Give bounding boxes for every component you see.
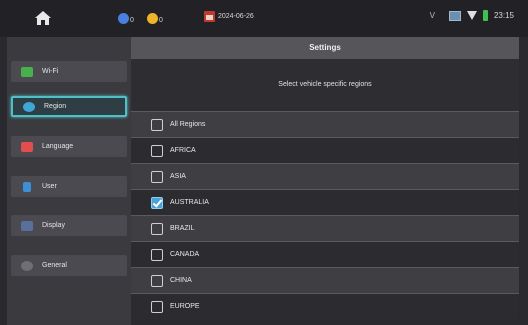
- sidebar-item-label: General: [42, 262, 67, 269]
- region-row-brazil[interactable]: BRAZIL: [131, 215, 519, 241]
- checkbox[interactable]: [151, 274, 163, 287]
- checkbox[interactable]: [151, 248, 163, 261]
- region-row-canada[interactable]: CANADA: [131, 241, 519, 267]
- notification-badge-blue[interactable]: 0: [118, 13, 134, 24]
- checkbox[interactable]: [151, 170, 163, 183]
- region-row-china[interactable]: CHINA: [131, 267, 519, 293]
- clock: 23:15: [493, 11, 514, 20]
- screenshot-icon[interactable]: [448, 10, 461, 21]
- checkbox[interactable]: [151, 118, 163, 131]
- badge-count: 0: [130, 17, 134, 24]
- sidebar-item-wifi[interactable]: Wi-Fi: [11, 61, 127, 82]
- sidebar-item-label: User: [42, 183, 57, 190]
- wifi-icon: [21, 66, 33, 77]
- region-row-all[interactable]: All Regions: [131, 111, 519, 137]
- region-label: CANADA: [170, 251, 200, 258]
- calendar-icon: [204, 11, 215, 22]
- date-text: 2024-06-26: [218, 13, 254, 20]
- system-tray: V 23:15: [430, 10, 514, 21]
- region-list: All Regions AFRICA ASIA AUSTRALIA BRAZIL…: [131, 111, 519, 319]
- region-label: AUSTRALIA: [170, 199, 209, 206]
- sidebar-item-label: Language: [42, 143, 74, 150]
- page-title: Settings: [131, 37, 519, 59]
- yellow-dot-icon: [147, 13, 158, 24]
- home-icon[interactable]: [34, 9, 52, 27]
- sidebar-item-user[interactable]: User: [11, 176, 127, 197]
- sidebar-item-label: Region: [44, 103, 67, 110]
- region-label: All Regions: [170, 121, 206, 128]
- user-icon: [23, 181, 31, 192]
- region-row-africa[interactable]: AFRICA: [131, 137, 519, 163]
- wifi-signal-icon: [466, 11, 477, 20]
- language-icon: [21, 141, 33, 152]
- region-icon: [23, 101, 35, 112]
- sidebar-item-general[interactable]: General: [11, 255, 127, 276]
- settings-sidebar: Wi-Fi Region Language User Display Gener…: [7, 37, 131, 325]
- badge-count: 0: [159, 17, 163, 24]
- calendar-date: 2024-06-26: [204, 11, 254, 22]
- region-settings-panel: Settings Select vehicle specific regions…: [131, 37, 519, 325]
- region-label: ASIA: [170, 173, 186, 180]
- checkbox-checked[interactable]: [151, 196, 163, 209]
- status-bar: 0 0 2024-06-26 V 23:15: [0, 0, 528, 37]
- region-row-europe[interactable]: EUROPE: [131, 293, 519, 319]
- checkbox[interactable]: [151, 300, 163, 313]
- blue-dot-icon: [118, 13, 129, 24]
- sidebar-item-label: Display: [42, 222, 65, 229]
- display-icon: [21, 220, 33, 231]
- sidebar-item-region[interactable]: Region: [11, 96, 127, 117]
- region-label: AFRICA: [170, 147, 196, 154]
- checkbox[interactable]: [151, 222, 163, 235]
- region-label: BRAZIL: [170, 225, 195, 232]
- checkbox[interactable]: [151, 144, 163, 157]
- sidebar-item-language[interactable]: Language: [11, 136, 127, 157]
- region-label: EUROPE: [170, 303, 200, 310]
- sidebar-item-label: Wi-Fi: [42, 68, 59, 75]
- gear-icon: [21, 260, 33, 271]
- sidebar-item-display[interactable]: Display: [11, 215, 127, 236]
- notification-badge-yellow[interactable]: 0: [147, 13, 163, 24]
- region-row-asia[interactable]: ASIA: [131, 163, 519, 189]
- instruction-text: Select vehicle specific regions: [131, 59, 519, 111]
- region-row-australia[interactable]: AUSTRALIA: [131, 189, 519, 215]
- v-indicator: V: [429, 11, 435, 20]
- battery-icon: [482, 10, 488, 21]
- region-label: CHINA: [170, 277, 192, 284]
